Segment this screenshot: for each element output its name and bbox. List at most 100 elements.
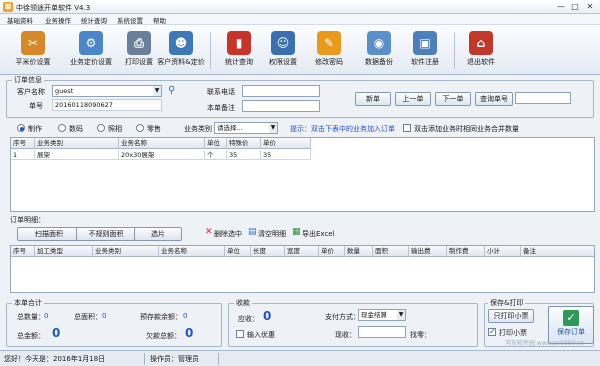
col-header[interactable]: 业务类别 xyxy=(35,138,119,149)
col-header[interactable]: 小计 xyxy=(485,246,521,257)
tool-sqm-price-settings[interactable]: ✂ 平米价设置 xyxy=(4,27,62,73)
menu-help[interactable]: 帮助 xyxy=(150,15,169,25)
col-header[interactable]: 特殊价 xyxy=(227,138,261,149)
col-header[interactable]: 单位 xyxy=(205,138,227,149)
cash-received-field[interactable] xyxy=(358,326,406,338)
total-area-value: 0 xyxy=(102,312,107,320)
col-header[interactable]: 数量 xyxy=(345,246,373,257)
discount-checkbox[interactable] xyxy=(236,330,244,338)
col-header[interactable]: 面积 xyxy=(373,246,409,257)
radio-make[interactable] xyxy=(17,124,25,132)
tool-customer-pricing[interactable]: ☻ 客户资料&定价 xyxy=(152,27,210,73)
order-detail-title: 订单明细： xyxy=(10,216,45,224)
minimize-button[interactable]: — xyxy=(554,2,568,12)
business-table[interactable]: 序号 业务类别 业务名称 单位 特殊价 单价 1 展架 20x30展架 个 35… xyxy=(10,137,595,212)
scan-area-button[interactable]: 扫描面积 xyxy=(17,227,81,241)
search-icon[interactable]: ⚲ xyxy=(168,85,175,96)
tool-software-register[interactable]: ▣ 软件注册 xyxy=(396,27,454,73)
select-photos-button[interactable]: 选片 xyxy=(134,227,182,241)
status-bar: 您好！今天是：2016年1月18日 操作员：管理员 xyxy=(0,350,600,366)
col-header[interactable]: 宽度 xyxy=(285,246,319,257)
owed-label: 欠款总额： xyxy=(146,332,181,340)
menu-basic-data[interactable]: 基础资料 xyxy=(4,15,36,25)
print-ticket-checkbox[interactable] xyxy=(488,327,496,336)
radio-retail[interactable] xyxy=(136,124,144,132)
maximize-button[interactable]: □ xyxy=(568,2,582,12)
chevron-down-icon[interactable]: ▼ xyxy=(269,123,277,133)
col-header[interactable]: 序号 xyxy=(11,246,35,257)
next-order-button[interactable]: 下一单 xyxy=(435,92,471,106)
merge-same-checkbox[interactable] xyxy=(403,124,411,132)
table-cell: 20x30展架 xyxy=(119,150,205,160)
exit-icon: ⌂ xyxy=(469,31,493,55)
register-icon: ▣ xyxy=(413,31,437,55)
permissions-icon: ☺ xyxy=(271,31,295,55)
col-header[interactable]: 序号 xyxy=(11,138,35,149)
close-button[interactable]: ✕ xyxy=(583,2,597,12)
category-label: 业务类别 xyxy=(184,125,212,133)
save-print-title: 保存&打印 xyxy=(488,298,526,308)
total-area-label: 总面积： xyxy=(74,313,102,321)
col-header[interactable]: 单价 xyxy=(319,246,345,257)
chevron-down-icon[interactable]: ▼ xyxy=(397,310,405,320)
col-header[interactable]: 制作费 xyxy=(447,246,485,257)
table-cell: 个 xyxy=(205,150,227,160)
note-label: 本单备注 xyxy=(207,104,235,112)
delete-selected-link[interactable]: 删除选中 xyxy=(214,229,242,239)
col-header[interactable]: 业务名称 xyxy=(159,246,225,257)
col-header[interactable]: 长度 xyxy=(251,246,285,257)
total-qty-label: 总数量： xyxy=(17,313,45,321)
mode-label-retail: 零售 xyxy=(147,125,161,133)
toolbar: ✂ 平米价设置 ⚙ 业务定价设置 ⎙ 打印设置 ☻ 客户资料&定价 ▮ 统计查询… xyxy=(0,25,600,75)
tool-label: 退出软件 xyxy=(467,58,495,66)
printer-icon: ⎙ xyxy=(127,31,151,55)
menu-statistics[interactable]: 统计查询 xyxy=(78,15,110,25)
tool-exit[interactable]: ⌂ 退出软件 xyxy=(452,27,510,73)
clear-detail-link[interactable]: 清空明细 xyxy=(258,229,286,239)
save-icon: ✓ xyxy=(563,310,579,326)
export-excel-link[interactable]: 导出Excel xyxy=(302,229,335,239)
total-qty-value: 0 xyxy=(44,312,49,320)
prepaid-balance-label: 预存款余额： xyxy=(140,313,182,321)
discount-label: 输入优惠 xyxy=(247,331,275,339)
col-header[interactable]: 业务名称 xyxy=(119,138,205,149)
table-cell: 展架 xyxy=(35,150,119,160)
print-ticket-only-button[interactable]: 只打印小票 xyxy=(488,309,534,323)
table-row[interactable]: 1 展架 20x30展架 个 35 35 xyxy=(11,150,311,160)
note-field[interactable] xyxy=(242,100,320,112)
business-table-header: 序号 业务类别 业务名称 单位 特殊价 单价 xyxy=(11,138,311,149)
tool-label: 平米价设置 xyxy=(15,58,51,66)
radio-digital[interactable] xyxy=(58,124,66,132)
backup-icon: ◉ xyxy=(367,31,391,55)
delete-icon[interactable]: ✕ xyxy=(205,227,213,237)
mode-label-make: 制作 xyxy=(28,125,42,133)
excel-icon[interactable]: ▦ xyxy=(292,227,301,237)
status-greeting: 您好！今天是：2016年1月18日 xyxy=(4,355,106,363)
receivable-value: 0 xyxy=(263,309,272,323)
prev-order-button[interactable]: 上一单 xyxy=(395,92,431,106)
customers-icon: ☻ xyxy=(169,31,193,55)
col-header[interactable]: 单价 xyxy=(261,138,311,149)
save-order-label: 保存订单 xyxy=(557,328,585,336)
menu-business-ops[interactable]: 业务操作 xyxy=(42,15,74,25)
mode-label-digital: 数码 xyxy=(69,125,83,133)
col-header[interactable]: 业务类别 xyxy=(93,246,159,257)
order-info-title: 订单信息 xyxy=(12,75,44,85)
menu-system-settings[interactable]: 系统设置 xyxy=(114,15,146,25)
order-search-input[interactable] xyxy=(515,92,571,104)
phone-field[interactable] xyxy=(242,85,320,97)
order-detail-table[interactable]: 序号 加工类型 业务类别 业务名称 单位 长度 宽度 单价 数量 面积 输出费 … xyxy=(10,245,595,293)
query-order-button[interactable]: 查询单号 xyxy=(475,92,513,106)
col-header[interactable]: 加工类型 xyxy=(35,246,93,257)
col-header[interactable]: 备注 xyxy=(521,246,594,257)
irregular-area-button[interactable]: 不规则面积 xyxy=(76,227,136,241)
title-bar: 单 中徐领途开单软件 V4.3 — □ ✕ xyxy=(0,0,600,14)
new-order-button[interactable]: 新单 xyxy=(355,92,391,106)
clear-icon[interactable]: ▤ xyxy=(248,227,257,237)
col-header[interactable]: 单位 xyxy=(225,246,251,257)
summary-title: 本单合计 xyxy=(12,298,44,308)
radio-photo[interactable] xyxy=(97,124,105,132)
chevron-down-icon[interactable]: ▼ xyxy=(153,86,161,96)
customer-select[interactable]: guest xyxy=(52,85,162,97)
col-header[interactable]: 输出费 xyxy=(409,246,447,257)
